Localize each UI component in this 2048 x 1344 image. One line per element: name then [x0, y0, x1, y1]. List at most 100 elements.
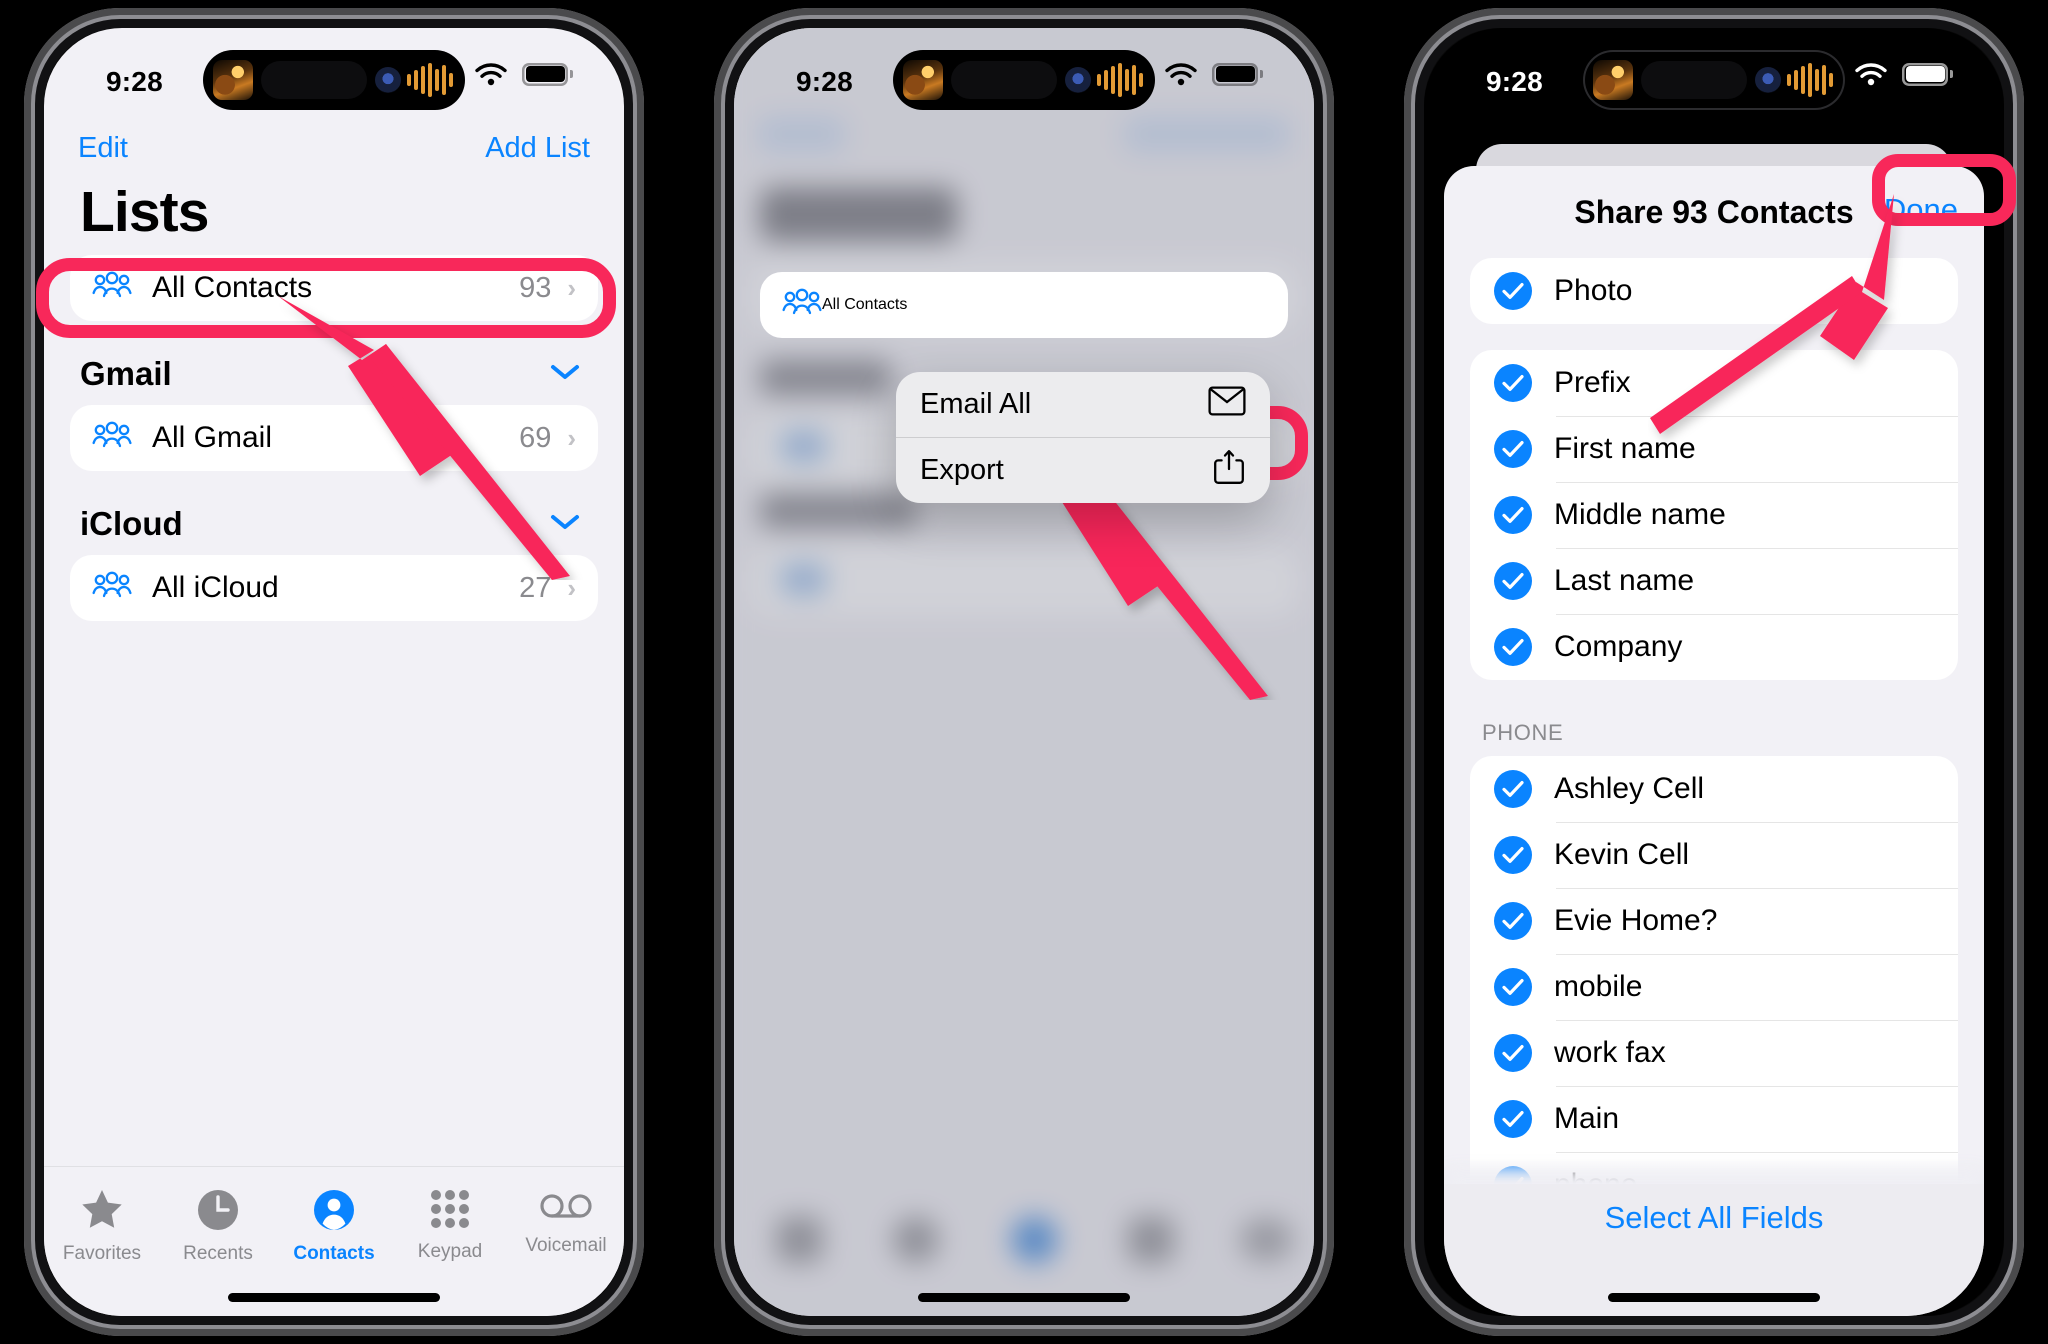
share-fields-sheet: Share 93 Contacts Done Photo Prefix Firs…	[1444, 166, 1984, 1316]
row-count: 69	[519, 421, 552, 454]
album-art-icon	[1593, 60, 1633, 100]
field-label: Main	[1554, 1102, 1620, 1135]
status-indicators	[1854, 62, 1953, 86]
status-bar: 9:28	[44, 28, 624, 126]
list-row-all-contacts[interactable]: All Contacts 93 ›	[70, 255, 598, 321]
group-all-contacts: All Contacts 93 ›	[70, 255, 598, 321]
checkmark-icon[interactable]	[1494, 430, 1532, 468]
add-list-button[interactable]: Add List	[485, 132, 590, 165]
island-spacer	[951, 61, 1057, 99]
tab-recents[interactable]: Recents	[160, 1189, 276, 1265]
face-id-icon	[1065, 67, 1091, 93]
status-time: 9:28	[106, 66, 163, 97]
tab-keypad[interactable]: Keypad	[392, 1189, 508, 1263]
audio-waveform-icon	[1097, 63, 1143, 97]
dynamic-island[interactable]	[893, 50, 1155, 110]
field-row-first-name[interactable]: First name	[1470, 416, 1958, 482]
home-indicator[interactable]	[228, 1293, 440, 1302]
audio-waveform-icon	[1787, 63, 1833, 97]
section-title: iCloud	[80, 505, 183, 542]
edit-button[interactable]: Edit	[78, 132, 128, 165]
wifi-icon	[1164, 62, 1198, 86]
field-row-prefix[interactable]: Prefix	[1470, 350, 1958, 416]
checkmark-icon[interactable]	[1494, 272, 1532, 310]
group-gmail: All Gmail 69 ›	[70, 405, 598, 471]
tab-favorites[interactable]: Favorites	[44, 1189, 160, 1265]
list-row-all-icloud[interactable]: All iCloud 27 ›	[70, 555, 598, 621]
tab-label: Voicemail	[525, 1235, 607, 1256]
checkmark-icon[interactable]	[1494, 562, 1532, 600]
status-indicators	[474, 62, 573, 86]
context-menu: Email All Export	[896, 372, 1270, 503]
field-label: Company	[1554, 630, 1683, 663]
field-label: work fax	[1554, 1036, 1666, 1069]
checkmark-icon[interactable]	[1494, 902, 1532, 940]
field-label: Evie Home?	[1554, 904, 1718, 937]
checkmark-icon[interactable]	[1494, 1034, 1532, 1072]
screenshot-root: 9:28 Edit Add List Lists All Contacts 93…	[0, 0, 2048, 1344]
home-indicator[interactable]	[918, 1293, 1130, 1302]
section-header-gmail[interactable]: Gmail	[44, 321, 624, 405]
done-button[interactable]: Done	[1884, 192, 1958, 228]
status-time: 9:28	[796, 66, 853, 97]
face-id-icon	[1755, 67, 1781, 93]
list-row-all-gmail[interactable]: All Gmail 69 ›	[70, 405, 598, 471]
people-icon	[92, 421, 132, 455]
checkmark-icon[interactable]	[1494, 364, 1532, 402]
row-count: 93	[519, 271, 552, 304]
battery-icon	[522, 63, 573, 86]
chevron-down-icon[interactable]	[550, 363, 580, 386]
status-bar: 9:28	[734, 28, 1314, 126]
chevron-right-icon: ›	[567, 422, 576, 453]
field-row-kevin-cell[interactable]: Kevin Cell	[1470, 822, 1958, 888]
menu-item-export[interactable]: Export	[896, 438, 1270, 503]
status-time: 9:28	[1486, 66, 1543, 97]
field-row-evie-home[interactable]: Evie Home?	[1470, 888, 1958, 954]
star-icon	[80, 1189, 124, 1236]
checkmark-icon[interactable]	[1494, 770, 1532, 808]
wifi-icon	[1854, 62, 1888, 86]
tab-label: Recents	[183, 1243, 253, 1264]
field-row-work-fax[interactable]: work fax	[1470, 1020, 1958, 1086]
checkmark-icon[interactable]	[1494, 1100, 1532, 1138]
field-row-ashley-cell[interactable]: Ashley Cell	[1470, 756, 1958, 822]
checkmark-icon[interactable]	[1494, 496, 1532, 534]
keypad-icon	[430, 1189, 470, 1234]
focused-row-all-contacts[interactable]: All Contacts	[760, 272, 1288, 338]
audio-waveform-icon	[407, 63, 453, 97]
tab-label: Favorites	[62, 1243, 142, 1264]
menu-item-label: Export	[920, 454, 1004, 486]
checkmark-icon[interactable]	[1494, 836, 1532, 874]
checkmark-icon[interactable]	[1494, 968, 1532, 1006]
field-row-company[interactable]: Company	[1470, 614, 1958, 680]
row-label: All Gmail	[152, 421, 273, 454]
field-row-photo[interactable]: Photo	[1470, 258, 1958, 324]
phone-1-lists-screen: 9:28 Edit Add List Lists All Contacts 93…	[24, 8, 644, 1336]
envelope-icon	[1208, 385, 1246, 424]
field-label: Photo	[1554, 274, 1633, 307]
dynamic-island[interactable]	[203, 50, 465, 110]
tab-contacts[interactable]: Contacts	[276, 1189, 392, 1265]
chevron-right-icon: ›	[567, 572, 576, 603]
battery-icon	[1902, 63, 1953, 86]
menu-item-email-all[interactable]: Email All	[896, 372, 1270, 437]
battery-icon	[1212, 63, 1263, 86]
field-row-mobile[interactable]: mobile	[1470, 954, 1958, 1020]
tab-voicemail[interactable]: Voicemail	[508, 1189, 624, 1257]
select-all-fields-button[interactable]: Select All Fields	[1605, 1200, 1824, 1236]
tab-label: Contacts	[293, 1243, 375, 1264]
phone-3-share-fields-screen: 9:28 Share 93 Contacts Done Photo Prefix…	[1404, 8, 2024, 1336]
person-circle-icon	[313, 1189, 355, 1236]
chevron-down-icon[interactable]	[550, 513, 580, 536]
checkmark-icon[interactable]	[1494, 628, 1532, 666]
home-indicator[interactable]	[1608, 1293, 1820, 1302]
dim-overlay[interactable]	[734, 28, 1314, 1316]
dynamic-island[interactable]	[1583, 50, 1845, 110]
field-row-main[interactable]: Main	[1470, 1086, 1958, 1152]
album-art-icon	[213, 60, 253, 100]
field-row-middle-name[interactable]: Middle name	[1470, 482, 1958, 548]
section-header-icloud[interactable]: iCloud	[44, 471, 624, 555]
voicemail-icon	[540, 1189, 592, 1228]
share-icon	[1212, 449, 1246, 493]
field-row-last-name[interactable]: Last name	[1470, 548, 1958, 614]
